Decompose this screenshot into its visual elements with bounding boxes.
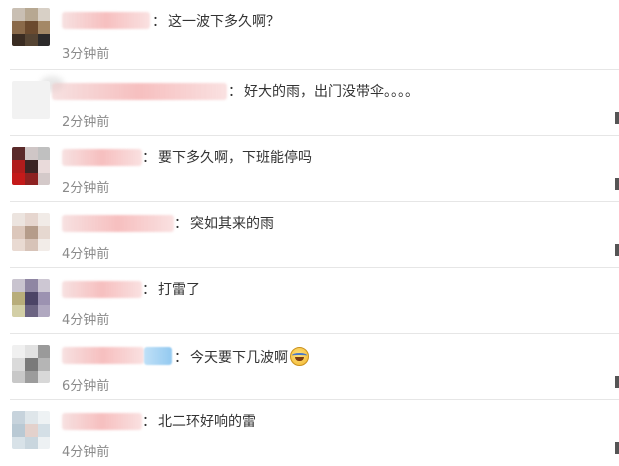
comment-line: ：突如其来的雨	[174, 215, 274, 233]
comment-time: 4分钟前	[62, 247, 110, 262]
comment-text: 这一波下多久啊？	[168, 14, 280, 30]
avatar[interactable]	[12, 411, 50, 449]
blurred-username[interactable]	[62, 149, 142, 166]
avatar[interactable]	[12, 147, 50, 185]
comment-line: ：今天要下几波啊	[174, 347, 309, 367]
colon: ：	[152, 14, 166, 30]
comment-item: ：北二环好响的雷 4分钟前	[0, 400, 619, 466]
colon: ：	[174, 216, 188, 232]
scroll-edge	[615, 376, 619, 388]
avatar[interactable]	[12, 279, 50, 317]
blurred-badge	[144, 347, 172, 365]
comment-line: ：北二环好响的雷	[142, 413, 256, 431]
comment-text: 北二环好响的雷	[158, 414, 256, 430]
comment-text: 要下多久啊，下班能停吗	[158, 150, 312, 166]
comment-time: 6分钟前	[62, 379, 110, 394]
scroll-edge	[615, 244, 619, 256]
blurred-username[interactable]	[62, 12, 150, 29]
colon: ：	[174, 350, 188, 366]
comment-item: ：今天要下几波啊 6分钟前	[0, 334, 619, 400]
scroll-edge	[615, 442, 619, 454]
colon: ：	[142, 282, 156, 298]
comment-text: 打雷了	[158, 282, 200, 298]
comment-item: ：突如其来的雨 4分钟前	[0, 202, 619, 268]
comment-text: 突如其来的雨	[190, 216, 274, 232]
avatar[interactable]	[12, 345, 50, 383]
comment-time: 4分钟前	[62, 313, 110, 328]
comment-time: 3分钟前	[62, 47, 110, 62]
colon: ：	[142, 414, 156, 430]
comment-text: 好大的雨，出门没带伞。。。。	[244, 84, 419, 100]
comment-line: ：打雷了	[142, 281, 200, 299]
blurred-username[interactable]	[62, 281, 142, 298]
avatar[interactable]	[12, 8, 50, 46]
colon: ：	[228, 84, 242, 100]
scroll-edge	[615, 112, 619, 124]
blurred-username[interactable]	[52, 83, 227, 100]
blurred-username[interactable]	[62, 215, 174, 232]
comment-item: ：要下多久啊，下班能停吗 2分钟前	[0, 136, 619, 202]
comment-item: ：这一波下多久啊？ 3分钟前	[0, 4, 619, 70]
comment-time: 2分钟前	[62, 181, 110, 196]
comment-item: ：好大的雨，出门没带伞。。。。 2分钟前	[0, 70, 619, 136]
avatar[interactable]	[12, 213, 50, 251]
comment-line: ：好大的雨，出门没带伞。。。。	[228, 83, 419, 101]
comment-line: ：这一波下多久啊？	[152, 13, 280, 31]
laugh-cry-icon	[290, 347, 309, 366]
colon: ：	[142, 150, 156, 166]
comment-item: ：打雷了 4分钟前	[0, 268, 619, 334]
comment-time: 4分钟前	[62, 445, 110, 460]
comment-time: 2分钟前	[62, 115, 110, 130]
blurred-username[interactable]	[62, 347, 144, 364]
comment-text: 今天要下几波啊	[190, 350, 288, 366]
comment-line: ：要下多久啊，下班能停吗	[142, 149, 312, 167]
scroll-edge	[615, 178, 619, 190]
avatar[interactable]	[12, 81, 50, 119]
blurred-username[interactable]	[62, 413, 142, 430]
